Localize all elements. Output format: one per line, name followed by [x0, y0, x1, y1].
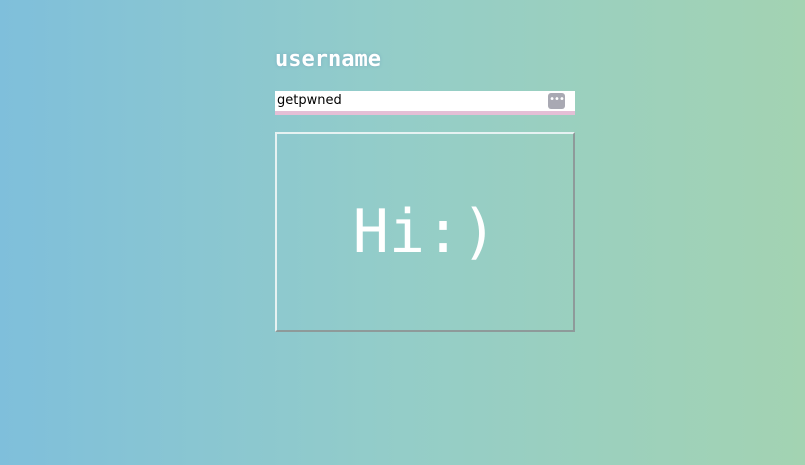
username-input[interactable] — [275, 91, 547, 111]
username-label: username — [275, 47, 381, 72]
greeting-text: Hi:) — [352, 197, 498, 267]
username-field-wrapper: ••• — [275, 91, 575, 115]
password-manager-key-icon[interactable]: ••• — [548, 93, 565, 109]
login-form: username ••• — [275, 44, 575, 115]
greeting-box: Hi:) — [275, 132, 575, 332]
